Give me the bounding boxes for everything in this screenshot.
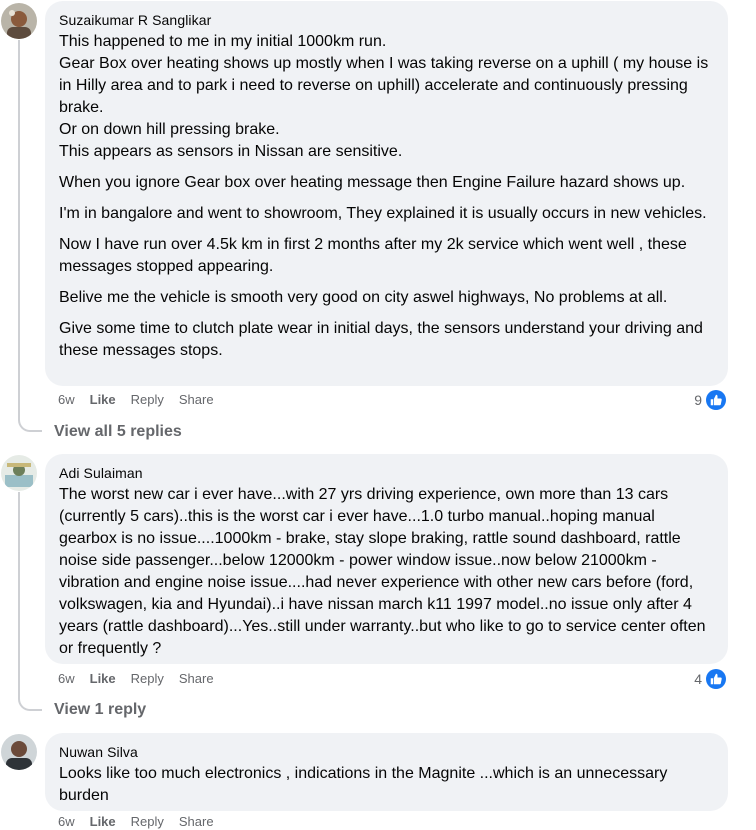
comment-paragraph: I'm in bangalore and went to showroom, T… [59, 205, 707, 222]
comment-bubble: Suzaikumar R Sanglikar This happened to … [45, 1, 728, 386]
avatar[interactable] [1, 3, 37, 39]
comment-author[interactable]: Nuwan Silva [59, 744, 714, 761]
share-button[interactable]: Share [179, 814, 214, 830]
timestamp[interactable]: 6w [58, 671, 75, 687]
like-reaction-icon [706, 669, 726, 689]
reaction-summary[interactable]: 9 [694, 390, 726, 410]
reply-button[interactable]: Reply [131, 671, 164, 687]
reply-button[interactable]: Reply [131, 814, 164, 830]
timestamp[interactable]: 6w [58, 392, 75, 408]
reaction-count: 4 [694, 671, 702, 687]
comment-paragraph: Looks like too much electronics , indica… [59, 765, 668, 804]
comment-bubble: Nuwan Silva Looks like too much electron… [45, 733, 728, 811]
comment-paragraph: The worst new car i ever have...with 27 … [59, 486, 706, 657]
like-button[interactable]: Like [90, 671, 116, 687]
comment-paragraph: When you ignore Gear box over heating me… [59, 174, 686, 191]
comment-bubble: Adi Sulaiman The worst new car i ever ha… [45, 454, 728, 664]
comment-text: The worst new car i ever have...with 27 … [59, 484, 714, 660]
like-reaction-icon [706, 390, 726, 410]
comment-paragraph: Belive me the vehicle is smooth very goo… [59, 289, 668, 306]
comment-paragraph: This happened to me in my initial 1000km… [59, 33, 709, 160]
comment-actions: 6w Like Reply Share [58, 671, 229, 687]
view-replies-link[interactable]: View 1 reply [54, 700, 146, 720]
thread-curve [18, 697, 42, 711]
comment-paragraph: Now I have run over 4.5k km in first 2 m… [59, 236, 687, 275]
comment-text: This happened to me in my initial 1000km… [59, 31, 714, 362]
view-replies-link[interactable]: View all 5 replies [54, 422, 182, 442]
comment-text: Looks like too much electronics , indica… [59, 763, 714, 807]
comment-actions: 6w Like Reply Share [58, 392, 229, 408]
comment-paragraph: Give some time to clutch plate wear in i… [59, 320, 703, 359]
share-button[interactable]: Share [179, 392, 214, 408]
thread-line [18, 492, 20, 697]
like-button[interactable]: Like [90, 814, 116, 830]
reaction-count: 9 [694, 392, 702, 408]
reaction-summary[interactable]: 4 [694, 669, 726, 689]
reply-button[interactable]: Reply [131, 392, 164, 408]
thread-curve [18, 418, 42, 432]
timestamp[interactable]: 6w [58, 814, 75, 830]
share-button[interactable]: Share [179, 671, 214, 687]
comment-author[interactable]: Adi Sulaiman [59, 465, 714, 482]
comment-actions: 6w Like Reply Share [58, 814, 229, 830]
thread-line [18, 40, 20, 418]
avatar[interactable] [1, 455, 37, 491]
comment-author[interactable]: Suzaikumar R Sanglikar [59, 12, 714, 29]
like-button[interactable]: Like [90, 392, 116, 408]
avatar[interactable] [1, 734, 37, 770]
